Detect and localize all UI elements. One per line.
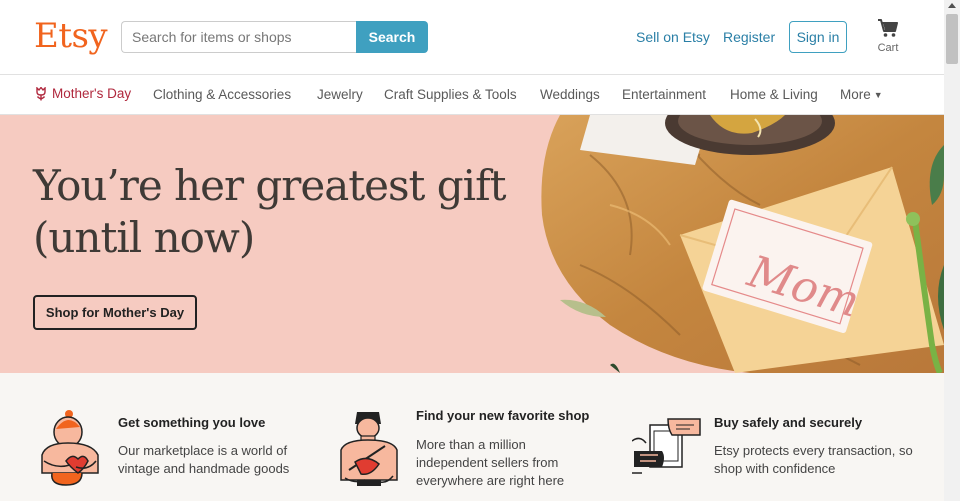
value-prop-title: Find your new favorite shop xyxy=(416,408,590,423)
nav-item-clothing[interactable]: Clothing & Accessories xyxy=(153,87,291,102)
person-holding-heart-icon xyxy=(41,410,99,486)
value-prop-title: Get something you love xyxy=(118,415,266,430)
tulip-icon xyxy=(36,86,46,100)
category-nav: Mother's Day Clothing & Accessories Jewe… xyxy=(0,75,944,115)
search-button[interactable]: Search xyxy=(356,21,428,53)
nav-item-mothers-day[interactable]: Mother's Day xyxy=(35,86,131,101)
sell-on-etsy-link[interactable]: Sell on Etsy xyxy=(636,29,710,45)
scroll-up-arrow-icon[interactable] xyxy=(948,3,956,8)
seller-crafting-icon xyxy=(340,412,398,486)
value-prop-text: Our marketplace is a world of vintage an… xyxy=(118,443,290,476)
shop-mothers-day-button[interactable]: Shop for Mother's Day xyxy=(33,295,197,330)
nav-item-label: More xyxy=(840,87,871,102)
cart-icon xyxy=(878,19,898,37)
nav-item-jewelry[interactable]: Jewelry xyxy=(317,87,363,102)
cart-label: Cart xyxy=(877,42,899,54)
search-bar: Search xyxy=(121,21,428,53)
etsy-logo[interactable]: Etsy xyxy=(34,16,108,56)
value-prop: Get something you love Our marketplace i… xyxy=(0,373,320,501)
value-prop-title: Buy safely and securely xyxy=(714,415,863,430)
nav-item-craft-supplies[interactable]: Craft Supplies & Tools xyxy=(384,87,517,102)
nav-item-more[interactable]: More ▼ xyxy=(840,87,883,102)
value-prop-text: More than a million independent sellers … xyxy=(416,437,565,488)
hero-image: Mom xyxy=(541,115,944,373)
hero-title: You’re her greatest gift (until now) xyxy=(33,161,507,262)
nav-item-label: Mother's Day xyxy=(52,86,132,101)
sign-in-button[interactable]: Sign in xyxy=(789,21,847,53)
value-prop: Find your new favorite shop More than a … xyxy=(320,373,620,501)
scrollbar-thumb[interactable] xyxy=(946,14,958,64)
value-prop: Buy safely and securely Etsy protects ev… xyxy=(620,373,944,501)
nav-item-weddings[interactable]: Weddings xyxy=(540,87,600,102)
cart-button[interactable]: Cart xyxy=(874,18,902,54)
caret-down-icon: ▼ xyxy=(873,89,883,100)
hero-banner: You’re her greatest gift (until now) Sho… xyxy=(0,115,944,373)
value-prop-text: Etsy protects every transaction, so shop… xyxy=(714,443,913,476)
nav-item-entertainment[interactable]: Entertainment xyxy=(622,87,706,102)
secure-card-hands-icon xyxy=(632,418,701,474)
register-link[interactable]: Register xyxy=(723,29,775,45)
site-header: Etsy Search Sell on Etsy Register Sign i… xyxy=(0,0,944,75)
page-scrollbar[interactable] xyxy=(944,0,960,501)
search-input[interactable] xyxy=(121,21,356,53)
value-props-section: Get something you love Our marketplace i… xyxy=(0,373,944,501)
nav-item-home-living[interactable]: Home & Living xyxy=(730,87,818,102)
